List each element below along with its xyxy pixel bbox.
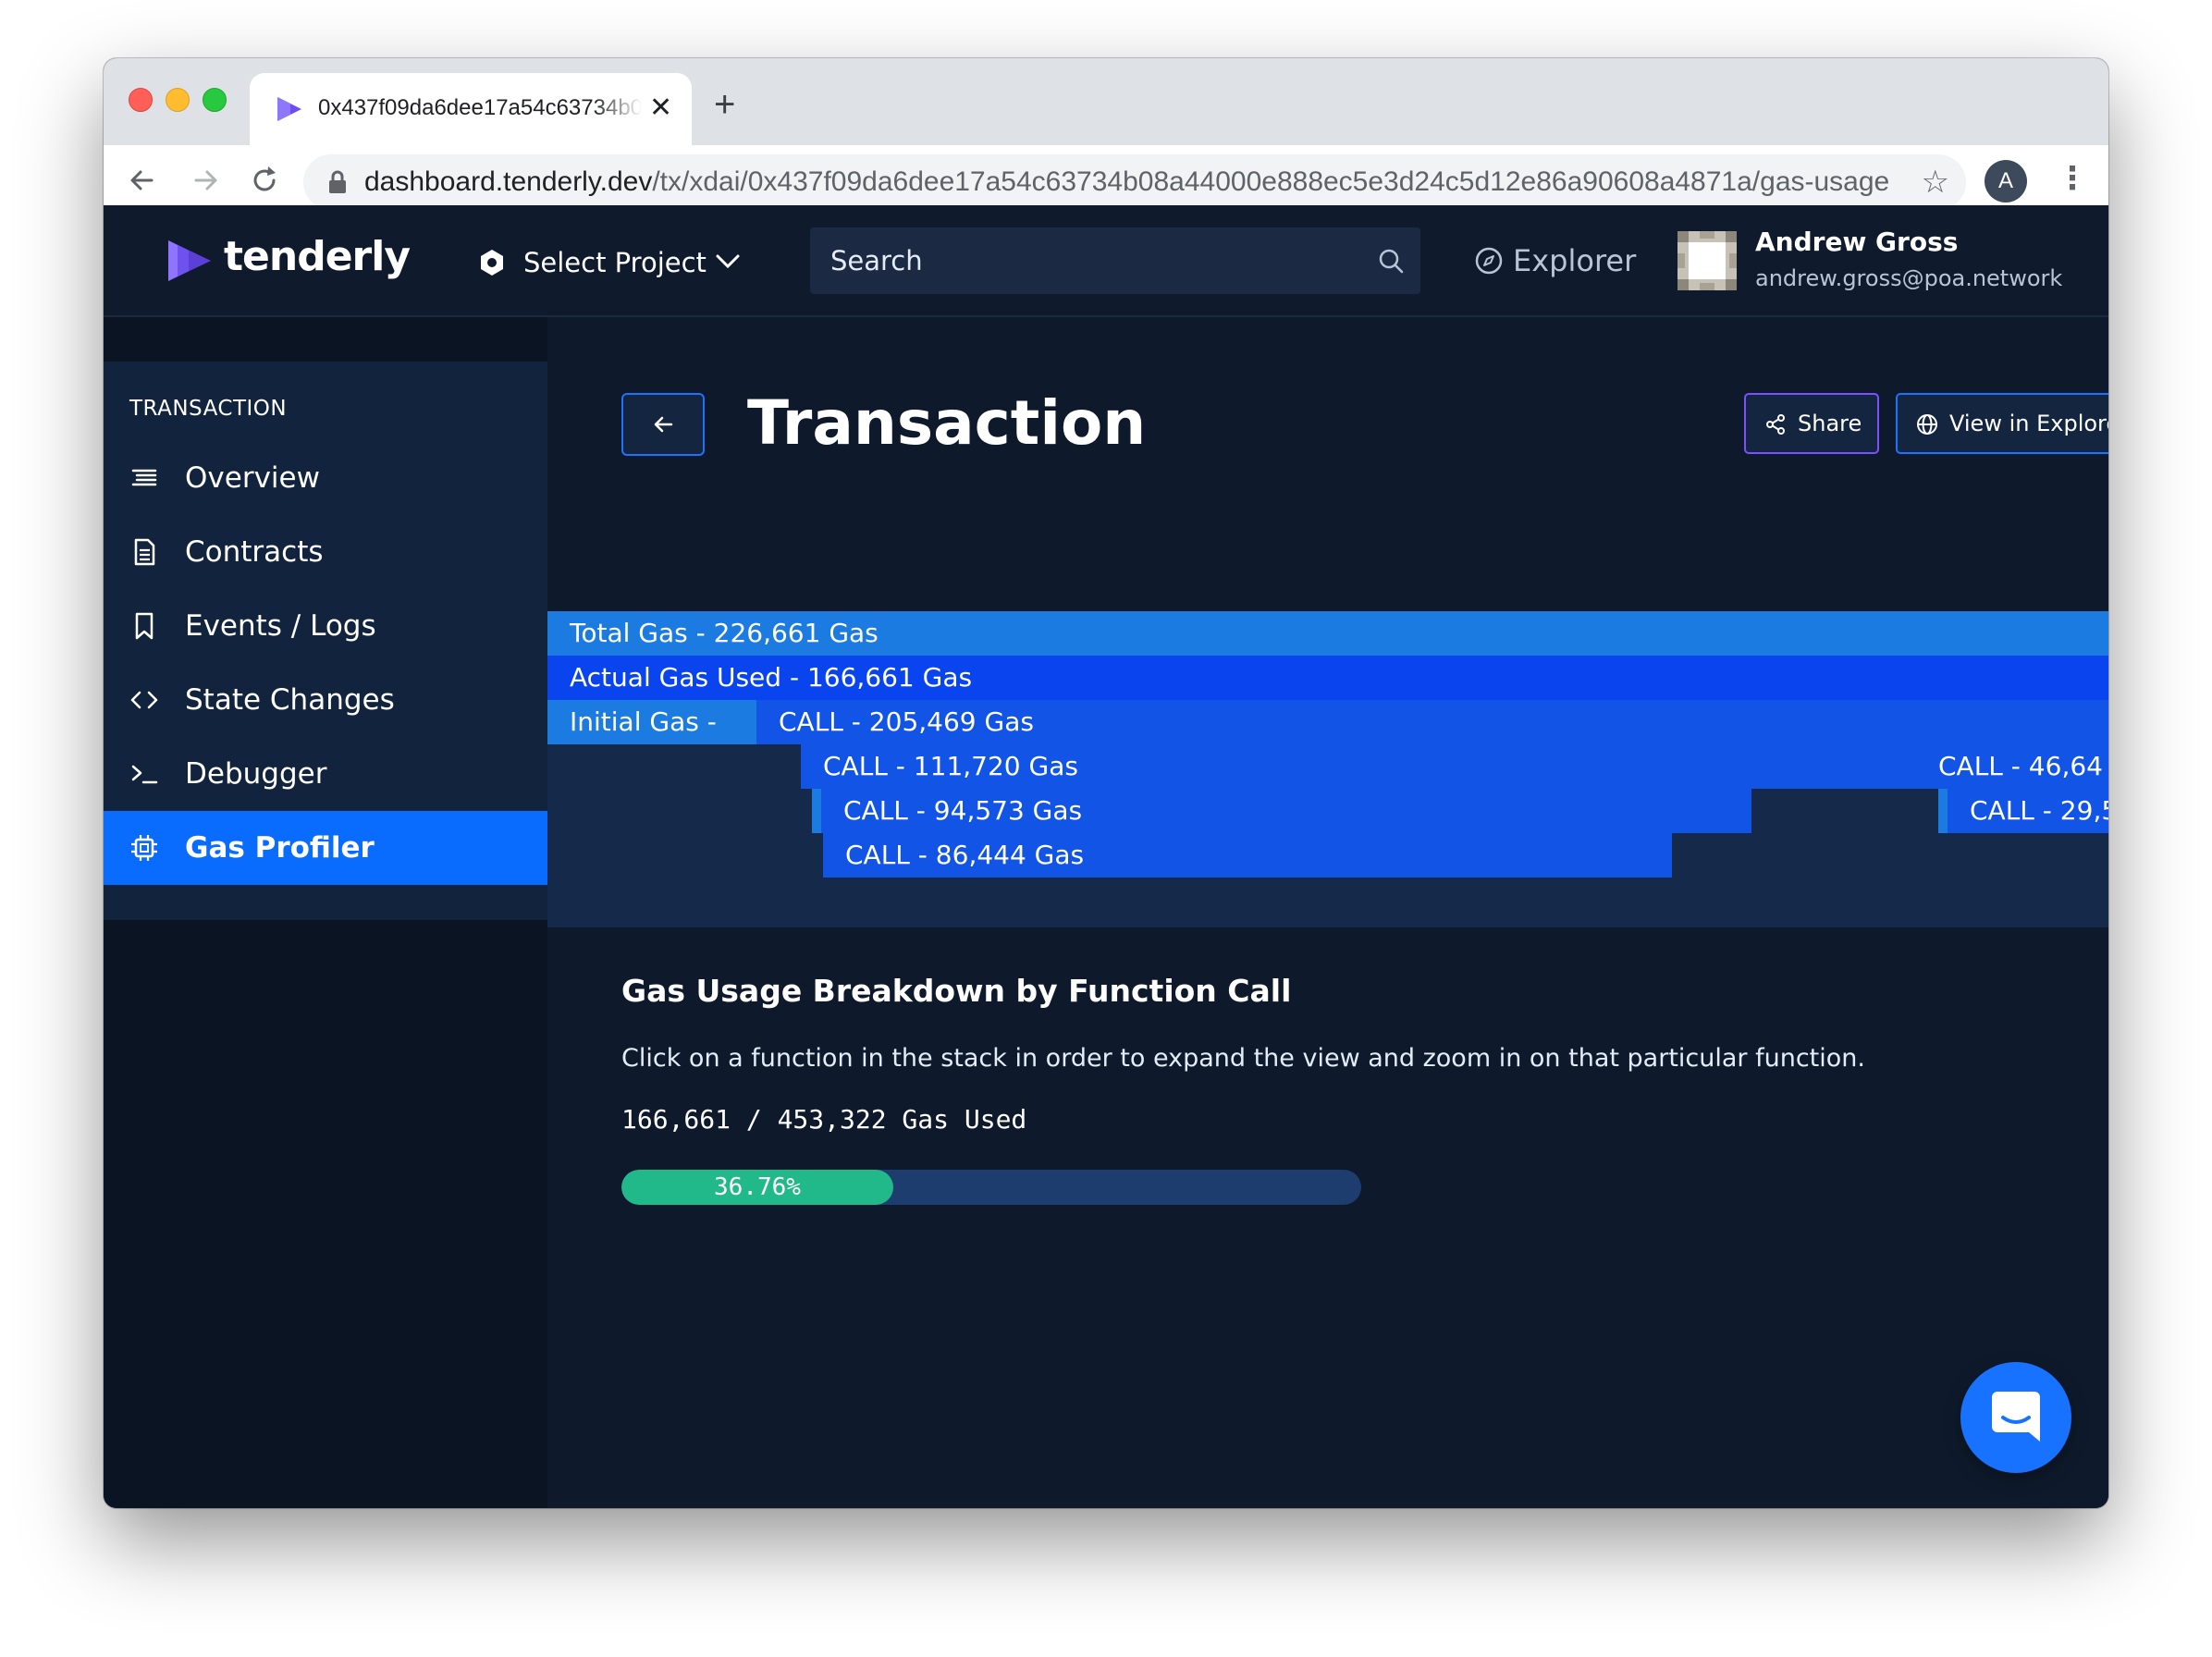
minimize-window-button[interactable] [166,88,190,112]
flame-bar-total-gas[interactable]: Total Gas - 226,661 Gas [547,611,2108,656]
flame-bar-label: CALL - 29,5 [1970,795,2108,826]
sidebar-item-events-logs[interactable]: Events / Logs [104,589,547,663]
tenderly-favicon-icon [277,97,301,121]
user-name: Andrew Gross [1755,227,1959,257]
sidebar-item-label: Gas Profiler [185,831,375,865]
flame-bar-label: CALL - 46,64 [1938,751,2103,781]
list-icon [131,469,157,486]
chip-icon [131,835,157,861]
share-button[interactable]: Share [1744,393,1879,454]
flame-bar-label: CALL - 111,720 Gas [823,751,1078,781]
sidebar-item-label: Debugger [185,757,327,791]
user-email: andrew.gross@poa.network [1755,265,2063,291]
progress-percent-label: 36.76% [714,1173,801,1201]
flame-bar-call[interactable]: CALL - 111,720 Gas [801,744,1931,789]
browser-window: 0x437f09da6dee17a54c63734b08a44000e888ec… [104,58,2108,1508]
flame-bar-actual-gas-used[interactable]: Actual Gas Used - 166,661 Gas [547,656,2108,700]
app-header: tenderly Select Project Explorer [104,205,2108,317]
close-window-button[interactable] [129,88,153,112]
sidebar-item-label: Events / Logs [185,609,376,643]
lock-icon [329,170,346,193]
arrow-left-icon [654,416,673,433]
sidebar-item-overview[interactable]: Overview [104,441,547,515]
project-label: Select Project [523,247,707,278]
url-text: dashboard.tenderly.dev/tx/xdai/0x437f09d… [364,166,1899,199]
sidebar-heading: TRANSACTION [129,397,288,421]
tenderly-logo-icon[interactable] [165,233,215,288]
chat-icon [1992,1392,2040,1442]
tab-title: 0x437f09da6dee17a54c63734b08a44000e888ec… [318,95,642,120]
back-button[interactable] [621,393,705,456]
share-icon [1766,414,1785,435]
sidebar-item-contracts[interactable]: Contracts [104,515,547,589]
avatar-pattern-icon [1677,231,1737,290]
document-icon [134,538,155,566]
new-tab-button[interactable]: + [714,86,735,123]
flame-bar-initial-gas[interactable]: Initial Gas - [547,700,756,744]
sidebar-item-label: Overview [185,461,320,495]
gas-used-summary: 166,661 / 453,322 Gas Used [621,1104,1027,1135]
page-title: Transaction [747,387,1147,459]
chat-launcher-button[interactable] [1960,1362,2071,1473]
forward-arrow-icon[interactable] [187,162,224,199]
sidebar-item-gas-profiler[interactable]: Gas Profiler [104,811,547,885]
section-description: Click on a function in the stack in orde… [621,1044,1865,1073]
url-path: /tx/xdai/0x437f09da6dee17a54c63734b08a44… [652,166,1890,197]
reload-icon[interactable] [246,162,283,199]
search-input[interactable] [810,227,1387,294]
tab-close-icon[interactable]: ✕ [649,92,672,125]
view-in-explorer-label: View in Explorer [1949,411,2108,436]
bookmark-star-icon[interactable]: ☆ [1922,166,1949,199]
section-title: Gas Usage Breakdown by Function Call [621,973,1292,1009]
code-brackets-icon [130,691,158,709]
view-in-explorer-button[interactable]: View in Explorer [1896,393,2108,454]
user-avatar[interactable] [1677,231,1737,290]
compass-icon [1475,247,1503,275]
sidebar-panel: TRANSACTION Overview Contracts Events / [104,362,547,920]
main-content: Transaction Share View in Explorer Total… [547,317,2108,1508]
logo-text[interactable]: tenderly [224,231,411,283]
browser-menu-icon[interactable]: ⋮ [2057,160,2088,197]
gas-flame-graph: Total Gas - 226,661 Gas Actual Gas Used … [547,611,2108,927]
share-label: Share [1798,411,1862,436]
hexagon-icon [481,250,503,276]
explorer-label: Explorer [1513,243,1637,278]
flame-bar-label: Total Gas - 226,661 Gas [570,618,879,648]
address-bar[interactable]: dashboard.tenderly.dev/tx/xdai/0x437f09d… [303,154,1966,210]
sidebar-item-label: Contracts [185,535,324,569]
flame-bar-call[interactable]: CALL - 46,64 [1931,744,2108,789]
flame-bar-label: CALL - 86,444 Gas [845,840,1085,870]
chevron-down-icon [716,254,740,269]
search-icon[interactable] [1378,248,1404,274]
bookmark-icon [135,612,154,640]
gas-usage-progress-bar: 36.76% [621,1170,1361,1205]
flame-bar-call[interactable]: CALL - 205,469 Gas [756,700,2108,744]
maximize-window-button[interactable] [203,88,227,112]
profile-avatar[interactable]: A [1985,160,2027,203]
flame-bar-label: Actual Gas Used - 166,661 Gas [570,662,973,693]
sidebar-item-debugger[interactable]: Debugger [104,737,547,811]
url-host: dashboard.tenderly.dev [364,166,653,197]
terminal-icon [131,765,158,784]
flame-bar-call[interactable]: CALL - 94,573 Gas [812,789,1751,833]
sidebar: TRANSACTION Overview Contracts Events / [104,317,547,1508]
flame-bar-label: Initial Gas - [570,706,717,737]
back-arrow-icon[interactable] [124,162,161,199]
search-box [810,227,1420,294]
flame-bar-label: CALL - 94,573 Gas [843,795,1083,826]
sidebar-item-label: State Changes [185,683,395,717]
flame-bar-call[interactable]: CALL - 86,444 Gas [823,833,1672,878]
flame-bar-call[interactable]: CALL - 29,5 [1938,789,2108,833]
globe-icon [1917,414,1937,435]
browser-tab[interactable]: 0x437f09da6dee17a54c63734b08a44000e888ec… [250,73,692,147]
browser-tabstrip: 0x437f09da6dee17a54c63734b08a44000e888ec… [104,58,2108,147]
sidebar-item-state-changes[interactable]: State Changes [104,663,547,737]
flame-bar-label: CALL - 205,469 Gas [779,706,1034,737]
